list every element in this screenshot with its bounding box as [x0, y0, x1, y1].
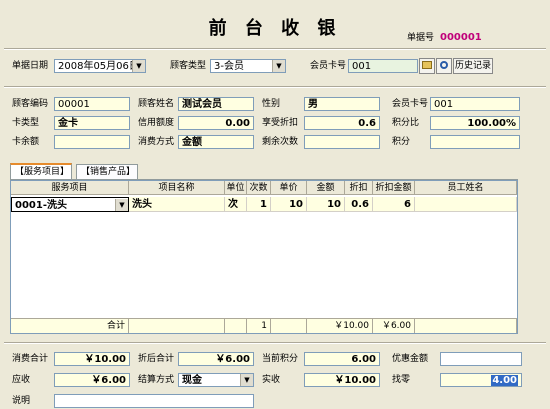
- disc-amount-cell: 6: [373, 197, 415, 212]
- note-label: 说明: [12, 396, 31, 406]
- note-input[interactable]: [54, 394, 254, 408]
- points-field: [430, 135, 520, 149]
- credit-label: 信用额度: [138, 118, 175, 128]
- chevron-down-icon[interactable]: ▼: [272, 60, 285, 72]
- date-label: 单据日期: [12, 61, 49, 71]
- consume-mode-field: 金额: [178, 135, 254, 149]
- chevron-down-icon[interactable]: ▼: [115, 199, 128, 211]
- consume-total-field: ￥10.00: [54, 352, 130, 366]
- settle-mode-value: 现金: [182, 375, 202, 386]
- staff-cell[interactable]: [415, 197, 517, 212]
- date-picker[interactable]: 2008年05月06日 ▼: [54, 59, 146, 73]
- current-points-label: 当前积分: [262, 354, 299, 364]
- after-disc-field: ￥6.00: [178, 352, 254, 366]
- offset-amount-label: 优惠金额: [392, 354, 429, 364]
- remain-times-label: 剩余次数: [262, 137, 299, 147]
- tab-services[interactable]: 【服务项目】: [10, 163, 72, 179]
- item-name-cell: 洗头: [129, 197, 225, 212]
- cust-type-value: 3-会员: [214, 61, 244, 72]
- cust-code-field: 00001: [54, 97, 130, 111]
- doc-no-value: 000001: [440, 32, 482, 43]
- unit-cell: 次: [225, 197, 247, 212]
- col-header: 金额: [307, 181, 345, 195]
- col-header: 员工姓名: [415, 181, 517, 195]
- received-label: 实收: [262, 375, 281, 385]
- doc-no-label: 单据号: [407, 33, 435, 43]
- member-card-label: 会员卡号: [392, 99, 429, 109]
- card-no-input[interactable]: 001: [348, 59, 418, 73]
- service-cell[interactable]: 0001-洗头 ▼: [11, 197, 129, 212]
- cust-type-select[interactable]: 3-会员 ▼: [210, 59, 286, 73]
- balance-label: 卡余额: [12, 137, 40, 147]
- discount-cell: 0.6: [345, 197, 373, 212]
- total-label: 合计: [11, 319, 129, 333]
- tab-products[interactable]: 【销售产品】: [76, 164, 138, 180]
- price-cell: 10: [271, 197, 307, 212]
- current-points-field: 6.00: [304, 352, 380, 366]
- total-amount: ￥10.00: [307, 319, 373, 333]
- settle-mode-label: 结算方式: [138, 375, 175, 385]
- points-label: 积分: [392, 137, 411, 147]
- after-disc-label: 折后合计: [138, 354, 175, 364]
- col-header: 次数: [247, 181, 271, 195]
- change-value: 4.00: [491, 375, 518, 386]
- cust-name-field: 测试会员: [178, 97, 254, 111]
- date-value: 2008年05月06日: [58, 61, 139, 72]
- gender-field: 男: [304, 97, 380, 111]
- count-cell[interactable]: 1: [247, 197, 271, 212]
- discount-label: 享受折扣: [262, 118, 299, 128]
- service-value: 0001-洗头: [15, 200, 67, 211]
- settle-mode-select[interactable]: 现金 ▼: [178, 373, 254, 387]
- chevron-down-icon[interactable]: ▼: [132, 60, 145, 72]
- total-count: 1: [247, 319, 271, 333]
- service-grid[interactable]: 服务项目 项目名称 单位 次数 单价 金额 折扣 折扣金额 员工姓名 0001-…: [10, 180, 518, 334]
- cust-type-label: 顾客类型: [170, 61, 207, 71]
- member-card-field: 001: [430, 97, 520, 111]
- gender-label: 性别: [262, 99, 281, 109]
- card-type-label: 卡类型: [12, 118, 40, 128]
- col-header: 项目名称: [129, 181, 225, 195]
- received-field[interactable]: ￥10.00: [304, 373, 380, 387]
- amount-cell: 10: [307, 197, 345, 212]
- discount-field: 0.6: [304, 116, 380, 130]
- col-header: 折扣: [345, 181, 373, 195]
- consume-total-label: 消费合计: [12, 354, 49, 364]
- cust-name-label: 顾客姓名: [138, 99, 175, 109]
- col-header: 单位: [225, 181, 247, 195]
- col-header: 折扣金额: [373, 181, 415, 195]
- history-button[interactable]: 历史记录: [453, 58, 493, 74]
- receivable-label: 应收: [12, 375, 31, 385]
- credit-field: 0.00: [178, 116, 254, 130]
- col-header: 服务项目: [11, 181, 129, 195]
- remain-times-field: [304, 135, 380, 149]
- search-button[interactable]: [436, 58, 452, 74]
- card-read-button[interactable]: [419, 58, 435, 74]
- card-reader-icon: [422, 61, 432, 69]
- cust-code-label: 顾客编码: [12, 99, 49, 109]
- chevron-down-icon[interactable]: ▼: [240, 374, 253, 386]
- total-disc-amount: ￥6.00: [373, 319, 415, 333]
- col-header: 单价: [271, 181, 307, 195]
- balance-field: [54, 135, 130, 149]
- offset-amount-input[interactable]: [440, 352, 522, 366]
- card-type-field: 金卡: [54, 116, 130, 130]
- search-icon: [440, 61, 448, 69]
- points-ratio-field: 100.00%: [430, 116, 520, 130]
- change-label: 找零: [392, 375, 411, 385]
- change-field: 4.00: [440, 373, 522, 387]
- card-no-label: 会员卡号: [310, 61, 347, 71]
- consume-mode-label: 消费方式: [138, 137, 175, 147]
- points-ratio-label: 积分比: [392, 118, 420, 128]
- receivable-field: ￥6.00: [54, 373, 130, 387]
